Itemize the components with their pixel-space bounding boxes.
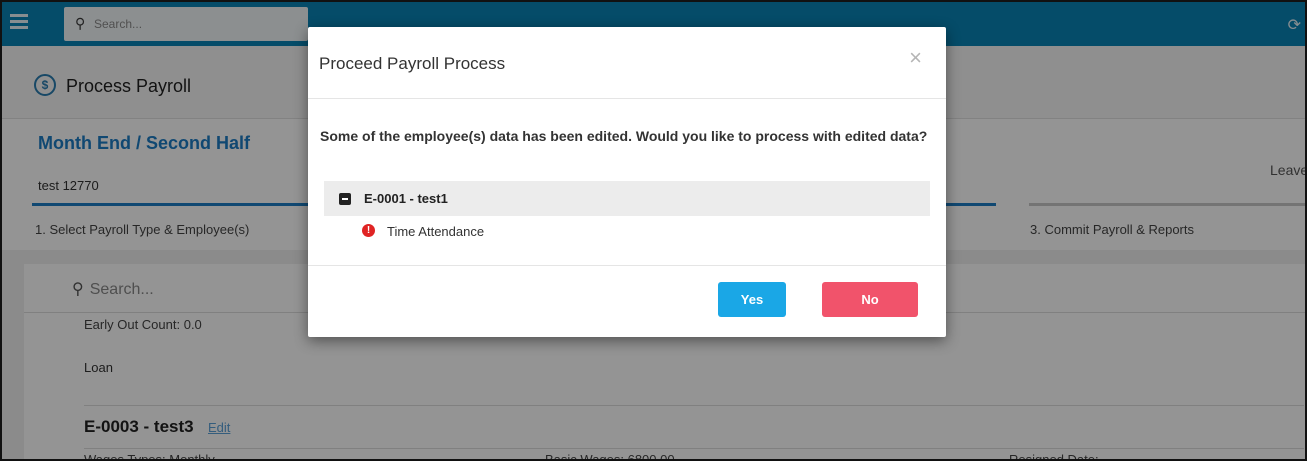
close-icon[interactable]: × — [909, 47, 922, 69]
dialog-message: Some of the employee(s) data has been ed… — [320, 128, 928, 144]
warning-icon: ! — [362, 224, 375, 237]
edited-field-label: Time Attendance — [387, 224, 485, 239]
app-window: ⚲ Search... ⟳ $ Process Payroll Month En… — [0, 0, 1307, 461]
dialog-footer-divider — [308, 265, 946, 266]
dialog-title: Proceed Payroll Process — [319, 54, 506, 73]
collapse-icon[interactable] — [339, 193, 351, 205]
no-button[interactable]: No — [822, 282, 918, 317]
edited-employee-label: E-0001 - test1 — [364, 191, 448, 206]
yes-button[interactable]: Yes — [718, 282, 786, 317]
edited-employee-row[interactable]: E-0001 - test1 — [324, 181, 930, 216]
proceed-payroll-dialog: Proceed Payroll Process × Some of the em… — [308, 27, 946, 337]
dialog-header: Proceed Payroll Process × — [308, 27, 946, 99]
